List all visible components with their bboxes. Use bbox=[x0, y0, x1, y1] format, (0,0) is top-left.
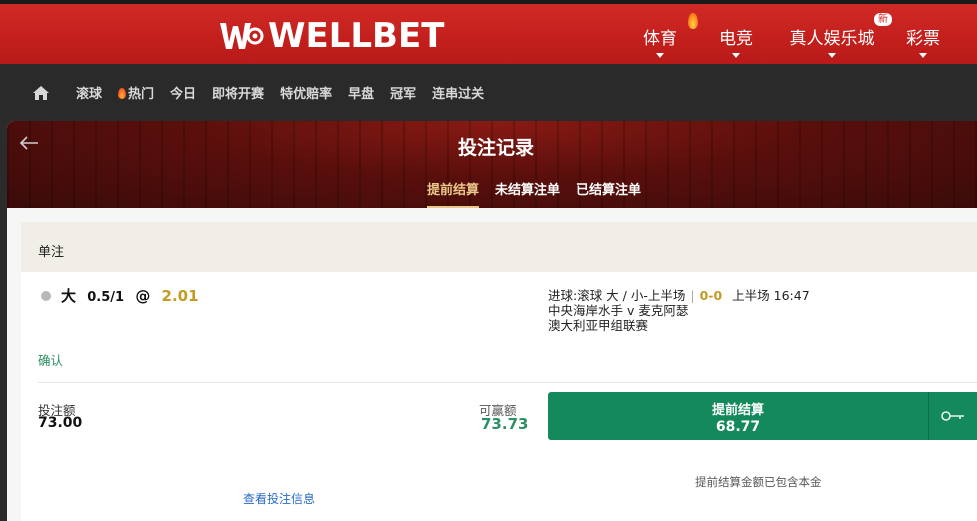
bet-status: 确认 bbox=[38, 353, 64, 368]
tab-unsettled[interactable]: 未结算注单 bbox=[495, 179, 560, 208]
league-name: 澳大利亚甲组联赛 bbox=[548, 318, 649, 333]
top-header: WELLBET 体育 电竞 真人娱乐城 新 彩票 棋 bbox=[0, 0, 977, 64]
brand-name: WELLBET bbox=[268, 16, 445, 56]
subnav-early[interactable]: 早盘 bbox=[348, 83, 374, 102]
subnav-upcoming[interactable]: 即将开赛 bbox=[212, 83, 264, 102]
nav-live-casino-label: 真人娱乐城 bbox=[789, 29, 875, 49]
selection-line: 0.5/1 bbox=[87, 290, 125, 305]
subnav-parlay[interactable]: 连串过关 bbox=[432, 83, 484, 102]
divider bbox=[38, 382, 977, 383]
chevron-down-icon bbox=[919, 53, 927, 58]
stake-value: 73.00 bbox=[38, 415, 83, 431]
wellbet-logo-mark bbox=[218, 20, 264, 52]
separator: | bbox=[690, 288, 695, 303]
nav-live-casino[interactable]: 真人娱乐城 新 bbox=[780, 4, 892, 64]
bet-selection: 大 0.5/1 @ 2.01 bbox=[61, 285, 199, 306]
subnav-hot-label: 热门 bbox=[128, 87, 155, 102]
cashout-amount: 68.77 bbox=[715, 419, 761, 435]
nav-sports-label: 体育 bbox=[643, 29, 677, 49]
main-nav: 体育 电竞 真人娱乐城 新 彩票 棋 bbox=[630, 4, 977, 64]
key-icon bbox=[941, 411, 964, 421]
subnav-today[interactable]: 今日 bbox=[170, 83, 196, 102]
panel-header: 投注记录 提前结算 未结算注单 已结算注单 bbox=[7, 121, 977, 208]
bet-tabs: 提前结算 未结算注单 已结算注单 bbox=[427, 179, 641, 208]
market-name: 进球:滚球 大 / 小-上半场 bbox=[548, 288, 686, 303]
bet-market-info: 进球:滚球 大 / 小-上半场 | 0-0 上半场 16:47 中央海岸水手 v 麦… bbox=[548, 288, 810, 333]
nav-sports[interactable]: 体育 bbox=[630, 4, 698, 64]
chevron-down-icon bbox=[732, 53, 740, 58]
nav-lottery[interactable]: 彩票 bbox=[898, 4, 948, 64]
chevron-down-icon bbox=[828, 53, 836, 58]
nav-chess[interactable]: 棋 bbox=[970, 4, 977, 64]
subnav-live[interactable]: 滚球 bbox=[76, 83, 102, 102]
new-badge: 新 bbox=[874, 13, 892, 26]
fire-icon bbox=[118, 88, 127, 99]
wellbet-logo[interactable]: WELLBET bbox=[218, 18, 444, 54]
cashout-note: 提前结算金额已包含本金 bbox=[695, 475, 822, 489]
cashout-button[interactable]: 提前结算 68.77 bbox=[548, 392, 928, 440]
bet-history-panel: 投注记录 提前结算 未结算注单 已结算注单 单注 大 0.5/1 @ 2.01 … bbox=[7, 121, 977, 521]
section-title: 单注 bbox=[21, 222, 977, 272]
match-score: 0-0 bbox=[699, 288, 723, 303]
subnav-hot[interactable]: 热门 bbox=[118, 83, 154, 102]
at-symbol: @ bbox=[135, 287, 151, 305]
page-title: 投注记录 bbox=[457, 137, 534, 159]
selection-odds: 2.01 bbox=[161, 287, 199, 305]
view-bet-details-link[interactable]: 查看投注信息 bbox=[243, 490, 315, 507]
subnav-outright[interactable]: 冠军 bbox=[390, 83, 416, 102]
sub-nav: 滚球 热门 今日 即将开赛 特优赔率 早盘 冠军 连串过关 bbox=[0, 64, 977, 121]
match-time: 上半场 16:47 bbox=[732, 288, 810, 303]
tab-settled[interactable]: 已结算注单 bbox=[576, 179, 641, 208]
partial-cashout-button[interactable] bbox=[928, 392, 977, 440]
chevron-down-icon bbox=[656, 53, 664, 58]
cashout-label: 提前结算 bbox=[711, 403, 764, 418]
status-dot-icon bbox=[41, 291, 51, 301]
nav-esports-label: 电竞 bbox=[719, 29, 753, 49]
tab-cashout[interactable]: 提前结算 bbox=[427, 179, 480, 208]
home-icon[interactable] bbox=[32, 85, 50, 101]
bet-card: 单注 大 0.5/1 @ 2.01 进球:滚球 大 / 小-上半场 | 0-0 上半… bbox=[21, 222, 977, 521]
hot-flame-icon bbox=[688, 13, 698, 29]
selection-name: 大 bbox=[61, 287, 77, 305]
match-teams: 中央海岸水手 v 麦克阿瑟 bbox=[548, 303, 689, 318]
subnav-boosted-odds[interactable]: 特优赔率 bbox=[280, 83, 332, 102]
to-win-value: 73.73 bbox=[481, 415, 529, 433]
nav-lottery-label: 彩票 bbox=[906, 29, 940, 49]
nav-esports[interactable]: 电竞 bbox=[702, 4, 770, 64]
